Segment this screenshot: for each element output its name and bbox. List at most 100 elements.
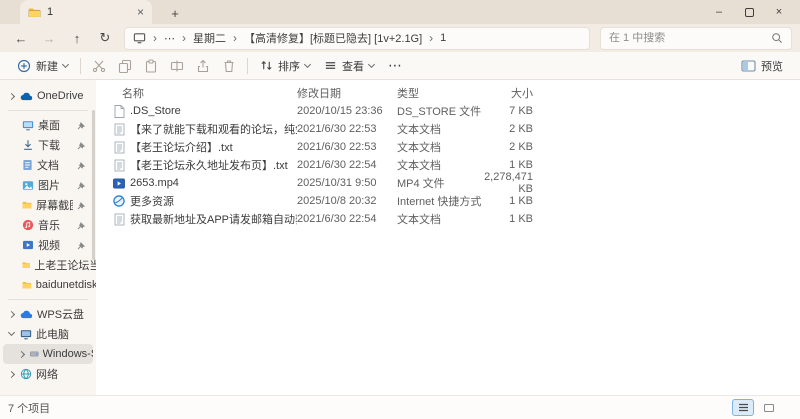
details-view-icon	[738, 403, 748, 412]
file-type: Internet 快捷方式	[397, 196, 482, 208]
breadcrumb-item-weekday[interactable]: 星期二	[193, 30, 226, 46]
copy-button[interactable]	[112, 54, 138, 78]
share-icon	[197, 59, 209, 72]
videos-icon	[23, 240, 33, 250]
sidebar-item-label: 文档	[37, 160, 59, 172]
sidebar-item-label: 视频	[38, 240, 60, 252]
file-row[interactable]: .DS_Store 2020/10/15 23:36 DS_STORE 文件 7…	[96, 102, 800, 120]
sidebar-item-music[interactable]: 音乐	[0, 215, 96, 235]
sidebar-item-network[interactable]: 网络	[0, 364, 96, 384]
breadcrumb-item-parent-folder[interactable]: 【高清修复】[标题已隐去] [1v+2.1G]	[244, 30, 422, 46]
sort-button-label: 排序	[278, 60, 300, 73]
file-name: 更多资源	[130, 196, 174, 208]
sidebar-item-label: 网络	[36, 369, 58, 381]
sidebar-item-documents[interactable]: 文档	[0, 155, 96, 175]
search-box	[600, 26, 792, 50]
sidebar-item-wps-cloud[interactable]: WPS云盘	[0, 304, 96, 324]
new-button[interactable]: 新建	[10, 54, 75, 78]
share-button[interactable]	[190, 54, 216, 78]
file-row[interactable]: 【老王论坛永久地址发布页】.txt 2021/6/30 22:54 文本文档 1…	[96, 156, 800, 174]
tab-title: 1	[47, 6, 54, 18]
breadcrumb[interactable]: › ⋯ › 星期二 › 【高清修复】[标题已隐去] [1v+2.1G] › 1	[124, 26, 590, 50]
view-button[interactable]: 查看	[317, 54, 381, 78]
trash-icon	[224, 59, 234, 72]
paste-icon	[145, 58, 157, 73]
sidebar-item-pictures[interactable]: 图片	[0, 175, 96, 195]
forward-button[interactable]: →	[36, 27, 62, 49]
sidebar-item-this-pc[interactable]: 此电脑	[0, 324, 96, 344]
text-file-icon	[112, 141, 126, 154]
rename-button[interactable]	[164, 54, 190, 78]
file-date: 2021/6/30 22:54	[297, 213, 377, 225]
large-icons-view-icon	[764, 403, 774, 412]
new-circle-plus-icon	[17, 59, 31, 72]
cut-button[interactable]	[86, 54, 112, 78]
column-header-size[interactable]: 大小	[483, 85, 533, 101]
sidebar-item-windows-ssd[interactable]: Windows-SSD	[3, 344, 93, 364]
sidebar-item-label: WPS云盘	[37, 309, 85, 321]
search-input[interactable]	[609, 32, 771, 44]
breadcrumb-overflow[interactable]: ⋯	[164, 32, 175, 45]
preview-button[interactable]: 预览	[734, 54, 790, 78]
maximize-button[interactable]	[734, 0, 764, 24]
sidebar-item-label: 图片	[38, 180, 60, 192]
pin-icon	[77, 181, 85, 189]
file-name: 【老王论坛永久地址发布页】.txt	[130, 160, 288, 172]
file-row[interactable]: 【来了就能下载和观看的论坛，纯免费！】.txt 2021/6/30 22:53 …	[96, 120, 800, 138]
sidebar-item-folder[interactable]: 上老王论坛当老王	[0, 255, 96, 275]
delete-button[interactable]	[216, 54, 242, 78]
maximize-icon	[744, 7, 754, 17]
sidebar-item-videos[interactable]: 视频	[0, 235, 96, 255]
chevron-down-icon	[303, 60, 312, 68]
sidebar-item-label: 上老王论坛当老王	[34, 260, 96, 272]
desktop-icon	[22, 120, 34, 130]
window-controls: – ×	[704, 0, 794, 24]
window-body: OneDrive 桌面 下载 文档 图片 屏幕截 音乐 视频 上老王论坛当 ba…	[0, 80, 800, 395]
up-button[interactable]: ↑	[64, 27, 90, 49]
copy-icon	[118, 59, 132, 73]
breadcrumb-item-current[interactable]: 1	[440, 32, 446, 44]
more-options-button[interactable]: ⋯	[381, 54, 410, 78]
file-type: MP4 文件	[397, 178, 445, 190]
sort-button[interactable]: 排序	[253, 54, 317, 78]
explorer-tab[interactable]: 1 ×	[20, 0, 152, 24]
rename-icon	[170, 60, 184, 71]
paste-button[interactable]	[138, 54, 164, 78]
command-toolbar: 新建 排序 查看 ⋯ 预览	[0, 52, 800, 80]
file-row[interactable]: 获取最新地址及APP请发邮箱自动获取.txt 2021/6/30 22:54 文…	[96, 210, 800, 228]
file-row[interactable]: 【老王论坛介绍】.txt 2021/6/30 22:53 文本文档 2 KB	[96, 138, 800, 156]
sidebar-item-screenshots[interactable]: 屏幕截图	[0, 195, 96, 215]
sidebar-item-downloads[interactable]: 下载	[0, 135, 96, 155]
close-button[interactable]: ×	[764, 0, 794, 24]
breadcrumb-separator: ›	[233, 31, 237, 45]
large-icons-view-button[interactable]	[758, 399, 780, 416]
folder-icon	[22, 262, 30, 268]
file-list-pane: 名称 修改日期 类型 大小 .DS_Store 2020/10/15 23:36…	[96, 80, 800, 395]
onedrive-cloud-icon	[20, 92, 33, 100]
new-tab-button[interactable]: +	[166, 6, 184, 21]
sidebar-item-label: OneDrive	[37, 90, 84, 102]
file-row[interactable]: 更多资源 2025/10/8 20:32 Internet 快捷方式 1 KB	[96, 192, 800, 210]
file-row[interactable]: 2653.mp4 2025/10/31 9:50 MP4 文件 2,278,47…	[96, 171, 800, 195]
sidebar-scrollbar[interactable]	[92, 110, 95, 260]
search-icon	[771, 32, 783, 44]
sidebar-divider	[8, 110, 88, 111]
sidebar-item-onedrive[interactable]: OneDrive	[0, 86, 96, 106]
toolbar-divider	[80, 57, 81, 74]
pin-icon	[77, 121, 85, 129]
chevron-down-icon	[61, 60, 70, 68]
column-header-date[interactable]: 修改日期	[297, 85, 397, 101]
this-pc-icon	[133, 32, 146, 44]
column-header-type[interactable]: 类型	[397, 85, 483, 101]
back-button[interactable]: ←	[8, 27, 34, 49]
music-icon	[22, 219, 34, 231]
details-view-button[interactable]	[732, 399, 754, 416]
sidebar-item-folder[interactable]: baidunetdiskdo	[0, 275, 96, 295]
tab-close-icon[interactable]: ×	[137, 6, 144, 18]
column-header-name[interactable]: 名称	[122, 85, 297, 101]
refresh-button[interactable]: ↻	[92, 27, 118, 49]
minimize-button[interactable]: –	[704, 0, 734, 24]
wps-cloud-icon	[20, 310, 33, 318]
sidebar-item-desktop[interactable]: 桌面	[0, 115, 96, 135]
file-name: 【来了就能下载和观看的论坛，纯免费！】.txt	[130, 124, 297, 136]
